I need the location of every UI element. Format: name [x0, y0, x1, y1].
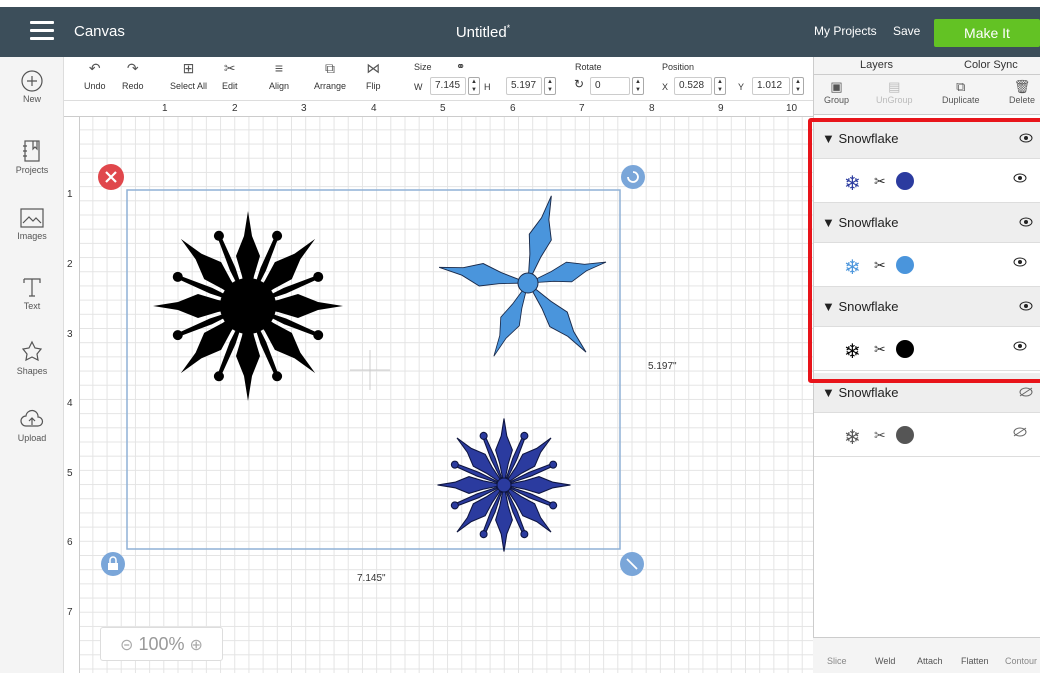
- make-it-button[interactable]: Make It: [934, 19, 1040, 47]
- lock-handle[interactable]: [101, 552, 125, 576]
- layer-group[interactable]: ▼ Snowflake: [814, 287, 1040, 327]
- color-swatch[interactable]: [896, 340, 914, 358]
- layer-group-name: ▼ Snowflake: [822, 131, 899, 146]
- cut-icon[interactable]: ✂: [874, 427, 886, 444]
- zoom-level: 100%: [138, 634, 185, 654]
- layer-group[interactable]: ▼ Snowflake: [814, 373, 1040, 413]
- snowflake-thumbnail-icon: ❄: [844, 173, 861, 195]
- color-swatch[interactable]: [896, 172, 914, 190]
- save-button[interactable]: Save: [893, 24, 920, 38]
- tab-color-sync[interactable]: Color Sync: [964, 59, 1018, 71]
- color-swatch[interactable]: [896, 256, 914, 274]
- color-swatch[interactable]: [896, 426, 914, 444]
- panel-tabs: Layers Color Sync: [814, 57, 1040, 75]
- resize-handle[interactable]: [620, 552, 644, 576]
- eye-icon[interactable]: [1013, 173, 1027, 183]
- duplicate-button[interactable]: ⧉ Duplicate: [942, 79, 980, 105]
- ungroup-icon: ▤: [888, 79, 901, 94]
- layers-panel: Layers Color Sync ▣ Group ▤ UnGroup ⧉ Dupli…: [813, 57, 1040, 673]
- layer-name: Snowflake: [838, 299, 899, 314]
- my-projects-link[interactable]: My Projects: [814, 24, 877, 38]
- layer-group-name: ▼ Snowflake: [822, 299, 899, 314]
- delete-label: Delete: [1009, 95, 1036, 105]
- layer-name: Snowflake: [838, 385, 899, 400]
- cut-icon[interactable]: ✂: [874, 341, 886, 358]
- eye-icon[interactable]: [1013, 257, 1027, 267]
- duplicate-icon: ⧉: [956, 79, 966, 94]
- ungroup-button[interactable]: ▤ UnGroup: [876, 79, 913, 105]
- cut-icon[interactable]: ✂: [874, 173, 886, 190]
- center-crosshair: [350, 350, 390, 390]
- snowflake-black[interactable]: [153, 211, 343, 401]
- group-icon: ▣: [830, 79, 843, 94]
- zoom-in-button[interactable]: ⊕: [190, 637, 203, 654]
- delete-button[interactable]: 🗑 Delete: [1009, 79, 1035, 105]
- layer-item[interactable]: ❄ ✂: [814, 413, 1040, 457]
- layer-item[interactable]: ❄ ✂: [814, 159, 1040, 203]
- width-dimension: 7.145": [357, 573, 386, 584]
- tab-layers[interactable]: Layers: [860, 59, 893, 71]
- snowflake-thumbnail-icon: ❄: [844, 341, 861, 363]
- rotate-handle[interactable]: [621, 165, 645, 189]
- layer-item[interactable]: ❄ ✂: [814, 243, 1040, 287]
- height-dimension: 5.197": [648, 361, 677, 372]
- layer-tools: ▣ Group ▤ UnGroup ⧉ Duplicate 🗑 Delete: [814, 75, 1040, 115]
- flatten-button[interactable]: Flatten: [961, 656, 989, 666]
- eye-icon[interactable]: [1019, 217, 1033, 227]
- eye-icon[interactable]: [1013, 341, 1027, 351]
- group-label: Group: [824, 95, 850, 105]
- layer-name: Snowflake: [838, 215, 899, 230]
- duplicate-label: Duplicate: [942, 95, 980, 105]
- eye-hidden-icon[interactable]: [1019, 387, 1033, 397]
- weld-button[interactable]: Weld: [875, 656, 895, 666]
- snowflake-thumbnail-icon: ❄: [844, 427, 861, 449]
- layer-group-name: ▼ Snowflake: [822, 215, 899, 230]
- trash-icon: 🗑: [1013, 79, 1031, 94]
- group-button[interactable]: ▣ Group: [824, 79, 849, 105]
- delete-handle[interactable]: [98, 164, 124, 190]
- contour-button[interactable]: Contour: [1005, 656, 1037, 666]
- snowflake-navy[interactable]: [436, 417, 572, 553]
- ungroup-label: UnGroup: [876, 95, 913, 105]
- eye-hidden-icon[interactable]: [1013, 427, 1027, 437]
- snowflake-thumbnail-icon: ❄: [844, 257, 861, 279]
- bottom-tools: Slice Weld Attach Flatten Contour: [813, 637, 1040, 673]
- eye-icon[interactable]: [1019, 133, 1033, 143]
- layer-name: Snowflake: [838, 131, 899, 146]
- layer-item[interactable]: ❄ ✂: [814, 327, 1040, 371]
- slice-button[interactable]: Slice: [827, 656, 847, 666]
- attach-button[interactable]: Attach: [917, 656, 943, 666]
- layer-group[interactable]: ▼ Snowflake: [814, 203, 1040, 243]
- zoom-control: ⊝ 100% ⊕: [100, 627, 223, 661]
- canvas-artwork: [98, 164, 645, 576]
- layer-group[interactable]: ▼ Snowflake: [814, 119, 1040, 159]
- eye-icon[interactable]: [1019, 301, 1033, 311]
- cut-icon[interactable]: ✂: [874, 257, 886, 274]
- snowflake-light-blue[interactable]: [436, 192, 610, 361]
- zoom-out-button[interactable]: ⊝: [120, 637, 133, 654]
- layer-group-name: ▼ Snowflake: [822, 385, 899, 400]
